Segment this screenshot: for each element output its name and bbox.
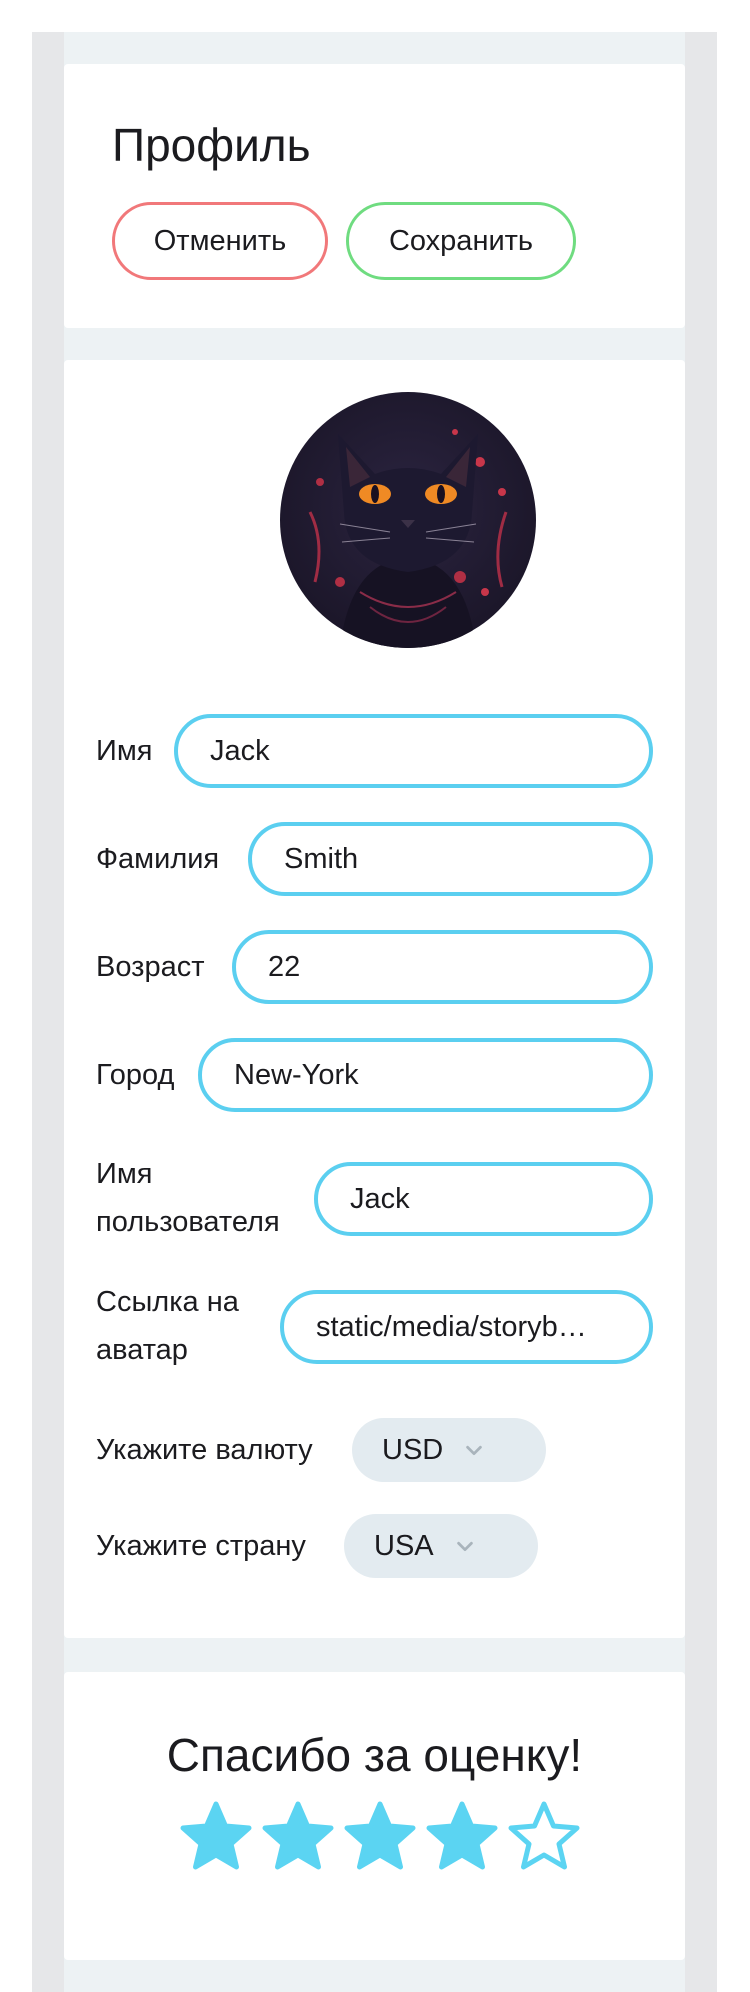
- currency-select[interactable]: USD: [352, 1418, 546, 1482]
- city-row: Город: [96, 1038, 653, 1112]
- star-filled-icon[interactable]: [424, 1800, 500, 1876]
- currency-value: USD: [382, 1433, 444, 1466]
- first-name-row: Имя: [96, 714, 653, 788]
- username-input[interactable]: [314, 1162, 653, 1236]
- username-row: Имя пользователя: [96, 1150, 653, 1246]
- rating-title: Спасибо за оценку!: [166, 1729, 583, 1781]
- avatar-link-row: Ссылка на аватар static/media/storyb…: [96, 1278, 653, 1374]
- star-filled-icon[interactable]: [342, 1800, 418, 1876]
- currency-row: Укажите валюту USD: [96, 1418, 653, 1482]
- avatar-cat-image: [280, 392, 536, 648]
- star-rating: [178, 1800, 582, 1876]
- page-frame: Профиль Отменить Сохранить Имя Jack Фами…: [32, 32, 717, 1992]
- country-row: Укажите страну USA: [96, 1514, 653, 1578]
- chevron-down-icon: [456, 1541, 473, 1552]
- username-label: Имя пользователя: [96, 1158, 280, 1238]
- avatar-link-input[interactable]: static/media/storyb…: [280, 1290, 653, 1364]
- city-label: Город: [96, 1059, 175, 1091]
- country-select[interactable]: USA: [344, 1514, 538, 1578]
- star-filled-icon[interactable]: [260, 1800, 336, 1876]
- age-label: Возраст: [96, 951, 205, 983]
- first-name-label: Имя: [96, 735, 153, 767]
- last-name-label: Фамилия: [96, 843, 220, 875]
- profile-card: Имя Фамилия Возраст Город Имя пользовате…: [64, 360, 685, 1638]
- country-value: USA: [374, 1529, 434, 1562]
- age-input[interactable]: [232, 930, 653, 1004]
- country-label: Укажите страну: [96, 1530, 306, 1562]
- last-name-input[interactable]: [248, 822, 653, 896]
- avatar-link-value: static/media/storyb…: [316, 1310, 587, 1343]
- save-button[interactable]: Сохранить: [346, 202, 576, 280]
- star-empty-icon[interactable]: [506, 1800, 582, 1876]
- currency-label: Укажите валюту: [96, 1434, 313, 1466]
- rating-card: Спасибо за оценку!: [64, 1672, 685, 1960]
- avatar-link-label: Ссылка на аватар: [96, 1286, 239, 1366]
- cancel-button[interactable]: Отменить: [112, 202, 328, 280]
- star-filled-icon[interactable]: [178, 1800, 254, 1876]
- last-name-row: Фамилия: [96, 822, 653, 896]
- page-title: Профиль: [112, 119, 311, 171]
- chevron-down-icon: [466, 1445, 483, 1456]
- first-name-input[interactable]: [174, 714, 653, 788]
- page-content: Профиль Отменить Сохранить Имя Jack Фами…: [64, 32, 685, 1992]
- age-row: Возраст: [96, 930, 653, 1004]
- city-input[interactable]: [198, 1038, 653, 1112]
- avatar: [280, 392, 536, 648]
- profile-header-card: Профиль Отменить Сохранить: [64, 64, 685, 328]
